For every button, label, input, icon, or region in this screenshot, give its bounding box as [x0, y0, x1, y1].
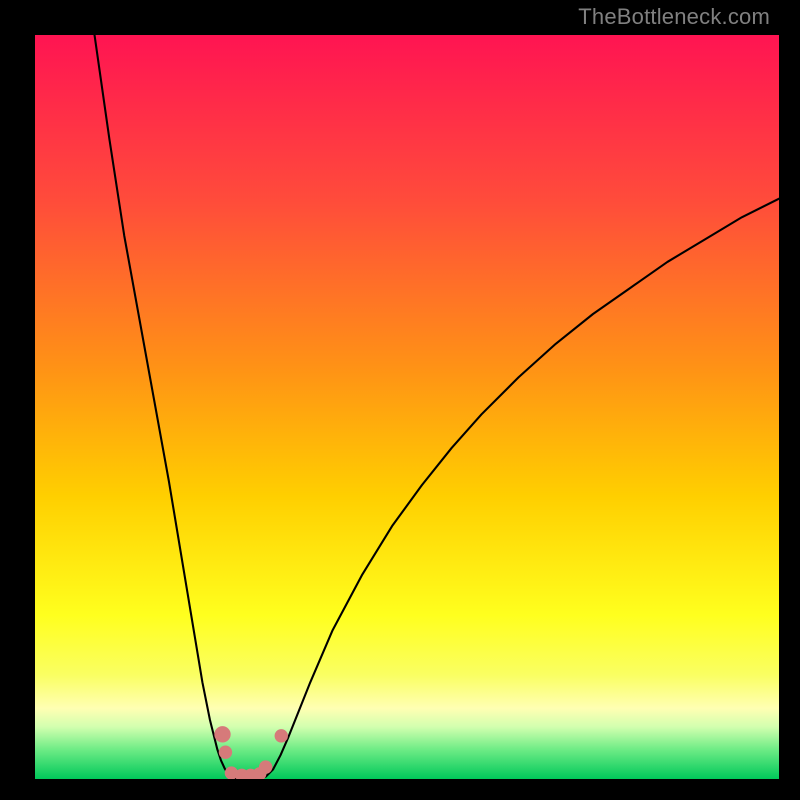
curve-layer [35, 35, 779, 779]
bottleneck-curve [95, 35, 779, 778]
data-markers [214, 726, 288, 779]
chart-frame: TheBottleneck.com [0, 0, 800, 800]
plot-area [35, 35, 779, 779]
data-marker [219, 746, 232, 759]
data-marker [259, 760, 272, 773]
data-marker [275, 729, 288, 742]
data-marker [214, 726, 230, 742]
watermark-text: TheBottleneck.com [578, 4, 770, 30]
